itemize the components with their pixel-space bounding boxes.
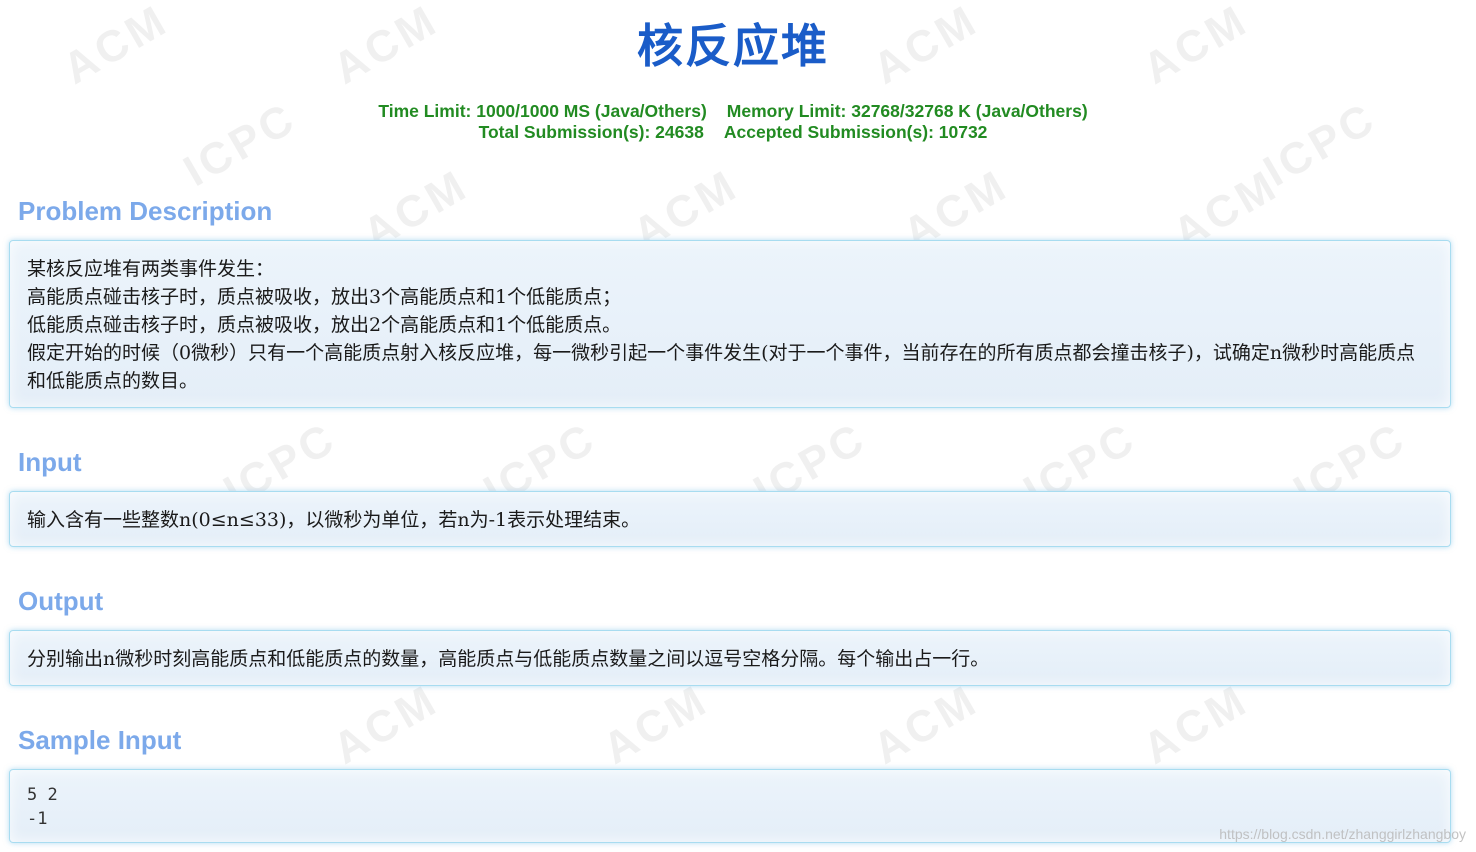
watermark-text: ACM (595, 675, 717, 774)
problem-description-heading: Problem Description (18, 196, 273, 226)
description-line: 某核反应堆有两类事件发生： (27, 258, 275, 280)
sample-input-heading: Sample Input (18, 725, 182, 755)
total-submissions: Total Submission(s): 24638 (478, 122, 704, 142)
limits-row-1: Time Limit: 1000/1000 MS (Java/Others) Me… (0, 101, 1466, 122)
description-line: 低能质点碰击核子时，质点被吸收，放出2个高能质点和1个低能质点。 (27, 314, 622, 336)
watermark-text: ACM (865, 675, 987, 774)
limits-row-2: Total Submission(s): 24638 Accepted Submi… (0, 122, 1466, 143)
memory-limit: Memory Limit: 32768/32768 K (Java/Others… (726, 101, 1088, 121)
input-text: 输入含有一些整数n(0≤n≤33)，以微秒为单位，若n为-1表示处理结束。 (27, 509, 641, 531)
input-heading: Input (18, 447, 82, 477)
watermark-text: ACM (1135, 675, 1257, 774)
input-panel: 输入含有一些整数n(0≤n≤33)，以微秒为单位，若n为-1表示处理结束。 (9, 491, 1451, 547)
source-credit: https://blog.csdn.net/zhanggirlzhangboy (1219, 826, 1466, 842)
accepted-submissions: Accepted Submission(s): 10732 (723, 122, 988, 142)
problem-description-panel: 某核反应堆有两类事件发生： 高能质点碰击核子时，质点被吸收，放出3个高能质点和1… (9, 240, 1451, 408)
output-panel: 分别输出n微秒时刻高能质点和低能质点的数量，高能质点与低能质点数量之间以逗号空格… (9, 630, 1451, 686)
output-text: 分别输出n微秒时刻高能质点和低能质点的数量，高能质点与低能质点数量之间以逗号空格… (27, 648, 990, 670)
output-heading: Output (18, 586, 104, 616)
problem-title: 核反应堆 (637, 19, 829, 73)
sample-input-line: 5 2 (27, 785, 58, 805)
time-limit: Time Limit: 1000/1000 MS (Java/Others) (378, 101, 707, 121)
watermark-text: ACM (325, 675, 447, 774)
problem-limits: Time Limit: 1000/1000 MS (Java/Others) Me… (0, 101, 1466, 143)
description-line: 假定开始的时候（0微秒）只有一个高能质点射入核反应堆，每一微秒引起一个事件发生(… (27, 342, 1416, 392)
description-line: 高能质点碰击核子时，质点被吸收，放出3个高能质点和1个低能质点； (27, 286, 622, 308)
